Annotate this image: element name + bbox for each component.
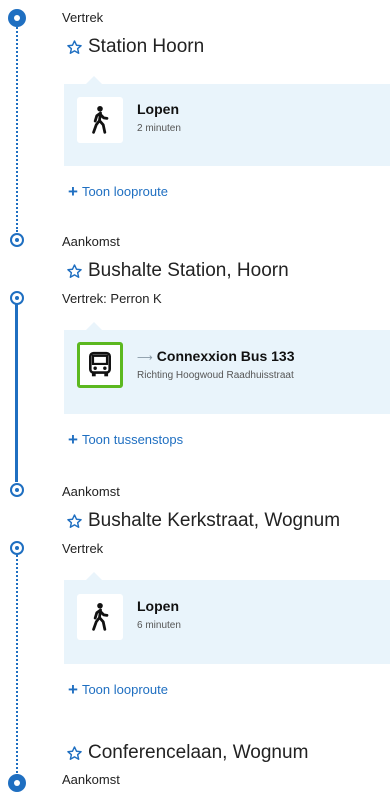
walk-icon-box — [77, 594, 123, 640]
walking-person-icon — [92, 602, 109, 631]
timeline-walk-2 — [16, 552, 18, 776]
arrival-label: Aankomst — [62, 234, 120, 249]
arrow-icon: ⟶ — [137, 352, 153, 364]
timeline-walk-1 — [16, 24, 18, 232]
link-label: Toon tussenstops — [81, 432, 184, 447]
arrival-label: Aankomst — [62, 772, 120, 787]
end-node — [8, 774, 26, 792]
bus-title: ⟶ Connexxion Bus 133 — [137, 348, 294, 364]
stop-name: Station Hoorn — [88, 36, 205, 57]
stop-name: Conferencelaan, Wognum — [88, 742, 309, 763]
walk-leg-card-1[interactable]: Lopen 2 minuten — [64, 76, 390, 166]
stop-station-hoorn[interactable]: Station Hoorn — [66, 36, 204, 58]
link-label: Toon looproute — [81, 184, 168, 199]
stop-node-arrival-1 — [10, 233, 24, 247]
walk-duration: 2 minuten — [137, 123, 181, 134]
show-walk-route-link-1[interactable]: + Toon looproute — [68, 182, 168, 201]
departure-platform-label: Vertrek: Perron K — [62, 291, 162, 306]
arrival-label: Aankomst — [62, 484, 120, 499]
walk-title: Lopen — [137, 101, 179, 117]
stop-bushalte-station-hoorn[interactable]: Bushalte Station, Hoorn — [66, 260, 289, 282]
departure-label: Vertrek — [62, 10, 104, 25]
stop-node-departure-1 — [10, 291, 24, 305]
star-icon[interactable] — [66, 39, 83, 56]
timeline-bus — [15, 300, 18, 482]
stop-conferencelaan-wognum[interactable]: Conferencelaan, Wognum — [66, 742, 308, 764]
stop-name: Bushalte Kerkstraat, Wognum — [88, 510, 341, 531]
plus-icon: + — [68, 680, 78, 699]
stop-name: Bushalte Station, Hoorn — [88, 260, 289, 281]
link-label: Toon looproute — [81, 682, 168, 697]
walk-title: Lopen — [137, 598, 179, 614]
walk-leg-card-2[interactable]: Lopen 6 minuten — [64, 572, 390, 664]
star-icon[interactable] — [66, 513, 83, 530]
star-icon[interactable] — [66, 263, 83, 280]
bus-direction: Richting Hoogwoud Raadhuisstraat — [137, 370, 294, 381]
plus-icon: + — [68, 430, 78, 449]
bus-icon — [89, 351, 111, 377]
plus-icon: + — [68, 182, 78, 201]
walking-person-icon — [92, 105, 109, 134]
star-icon[interactable] — [66, 745, 83, 762]
walk-duration: 6 minuten — [137, 620, 181, 631]
show-walk-route-link-2[interactable]: + Toon looproute — [68, 680, 168, 699]
stop-node-arrival-2 — [10, 483, 24, 497]
departure-label: Vertrek — [62, 541, 104, 556]
stop-bushalte-kerkstraat-wognum[interactable]: Bushalte Kerkstraat, Wognum — [66, 510, 340, 532]
stop-node-departure-2 — [10, 541, 24, 555]
show-intermediate-stops-link[interactable]: + Toon tussenstops — [68, 430, 184, 449]
bus-icon-box — [77, 342, 123, 388]
bus-line-name: Connexxion Bus 133 — [156, 348, 295, 364]
walk-icon-box — [77, 97, 123, 143]
start-node — [8, 9, 26, 27]
bus-leg-card[interactable]: ⟶ Connexxion Bus 133 Richting Hoogwoud Ra… — [64, 322, 390, 414]
